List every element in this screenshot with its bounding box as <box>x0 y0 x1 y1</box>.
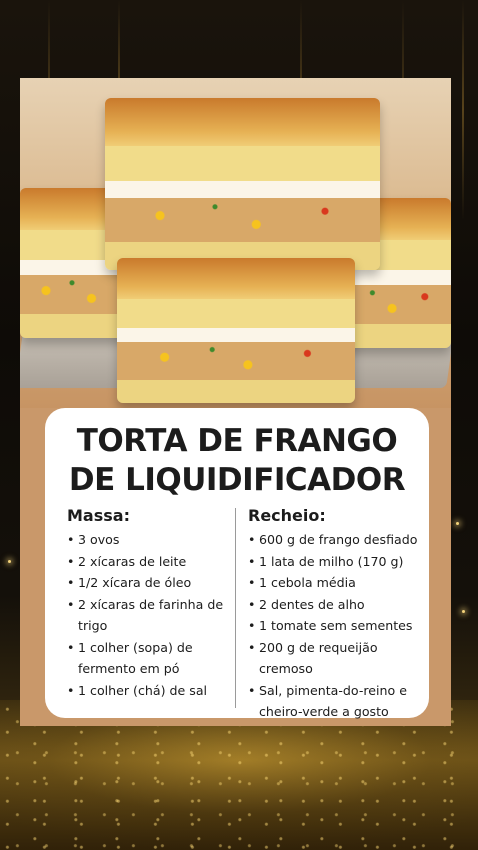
recipe-title: TORTA DE FRANGO DE LIQUIDIFICADOR <box>45 422 429 500</box>
massa-list: 3 ovos 2 xícaras de leite 1/2 xícara de … <box>67 529 247 701</box>
sparkle <box>456 522 459 525</box>
list-item: 2 xícaras de leite <box>67 551 247 573</box>
list-item: 3 ovos <box>67 529 247 551</box>
list-item: 1 tomate sem sementes <box>248 615 426 637</box>
list-item: 2 dentes de alho <box>248 594 426 616</box>
chicken-pie-photo <box>20 78 451 408</box>
pie-slice <box>117 258 355 403</box>
list-item: 1 cebola média <box>248 572 426 594</box>
list-item: 1 colher (sopa) de fermento em pó <box>67 637 247 680</box>
list-item: 200 g de requeijão cremoso <box>248 637 426 680</box>
massa-section: Massa: 3 ovos 2 xícaras de leite 1/2 xíc… <box>67 506 247 701</box>
list-item: 1 colher (chá) de sal <box>67 680 247 702</box>
list-item: 2 xícaras de farinha de trigo <box>67 594 247 637</box>
list-item: 1/2 xícara de óleo <box>67 572 247 594</box>
recipe-info-panel: TORTA DE FRANGO DE LIQUIDIFICADOR Massa:… <box>45 408 429 719</box>
list-item: 600 g de frango desfiado <box>248 529 426 551</box>
sparkle <box>462 610 465 613</box>
recheio-heading: Recheio: <box>248 506 326 525</box>
massa-heading: Massa: <box>67 506 130 525</box>
sparkle <box>8 560 11 563</box>
recheio-list: 600 g de frango desfiado 1 lata de milho… <box>248 529 426 723</box>
list-item: Sal, pimenta-do-reino e cheiro-verde a g… <box>248 680 426 723</box>
recheio-section: Recheio: 600 g de frango desfiado 1 lata… <box>248 506 426 723</box>
column-divider <box>235 508 236 708</box>
title-line-1: TORTA DE FRANGO <box>76 423 398 459</box>
list-item: 1 lata de milho (170 g) <box>248 551 426 573</box>
pie-slice <box>105 98 380 270</box>
title-line-2: DE LIQUIDIFICADOR <box>68 462 406 498</box>
light-streak <box>462 0 464 220</box>
